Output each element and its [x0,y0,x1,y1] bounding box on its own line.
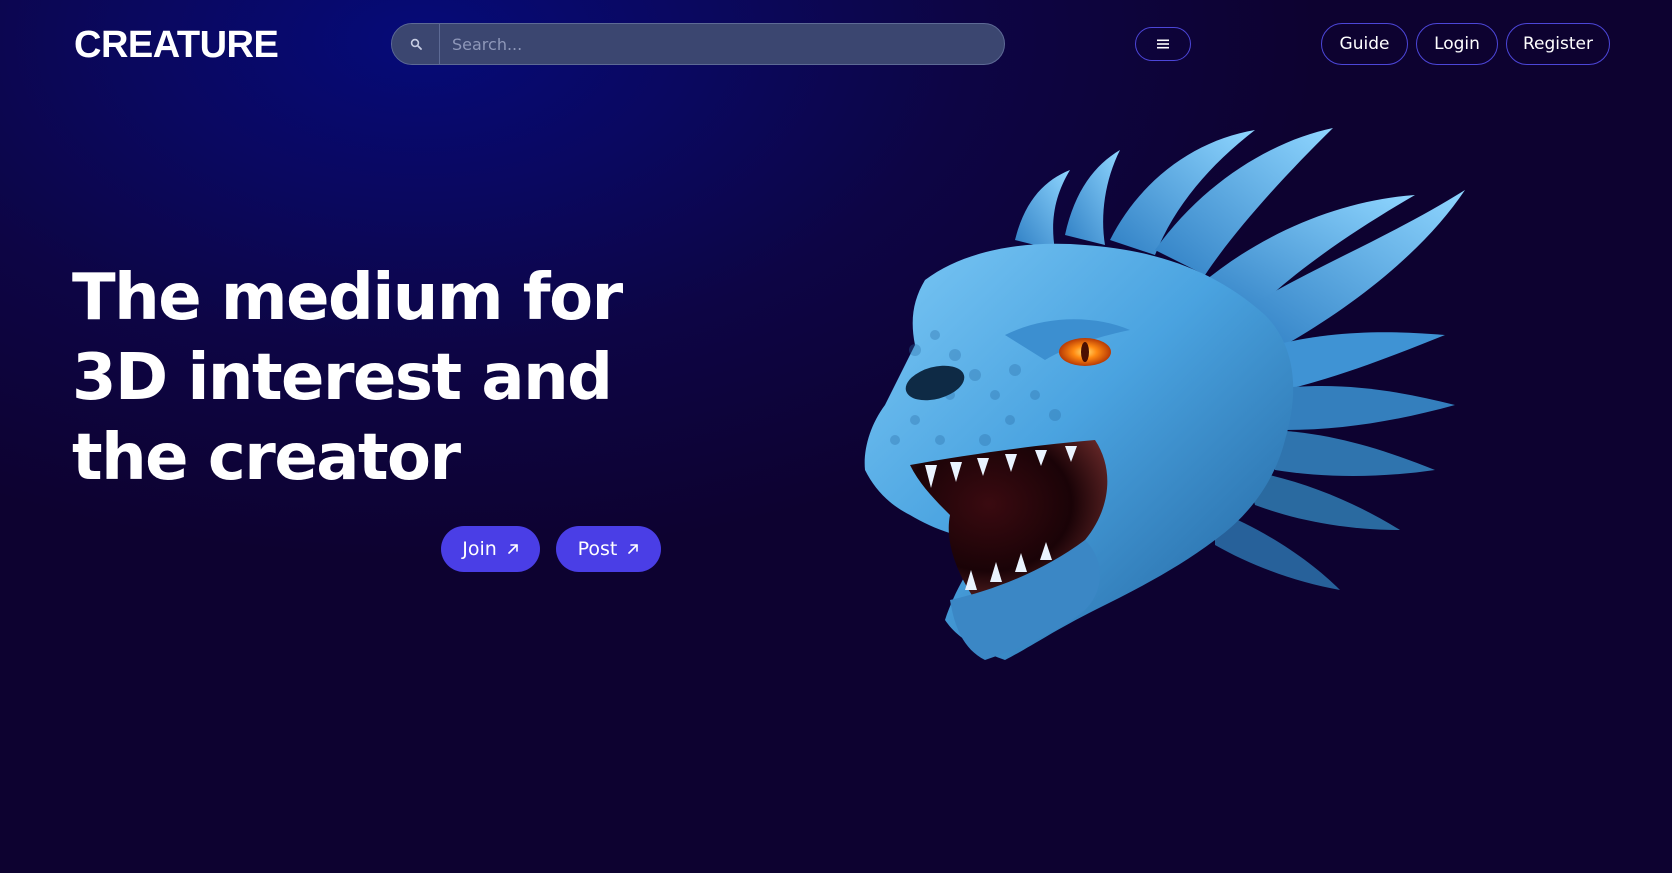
arrow-up-right-icon [507,544,518,554]
search-input[interactable] [440,24,1004,64]
hero-title: The medium for 3D interest and the creat… [72,261,623,495]
search-button[interactable] [392,24,440,64]
menu-button[interactable] [1135,27,1191,61]
post-button[interactable]: Post [556,526,661,572]
login-button[interactable]: Login [1416,23,1498,65]
logo[interactable]: CREATURE [74,22,279,68]
register-button[interactable]: Register [1506,23,1610,65]
arrow-up-right-icon [628,544,639,554]
dragon-image [864,128,1465,661]
search-icon [410,38,422,50]
guide-button[interactable]: Guide [1321,23,1408,65]
join-label: Join [462,538,497,560]
post-label: Post [577,538,618,560]
hamburger-menu-icon [1157,39,1169,49]
join-button[interactable]: Join [441,526,540,572]
search-bar [391,23,1005,65]
